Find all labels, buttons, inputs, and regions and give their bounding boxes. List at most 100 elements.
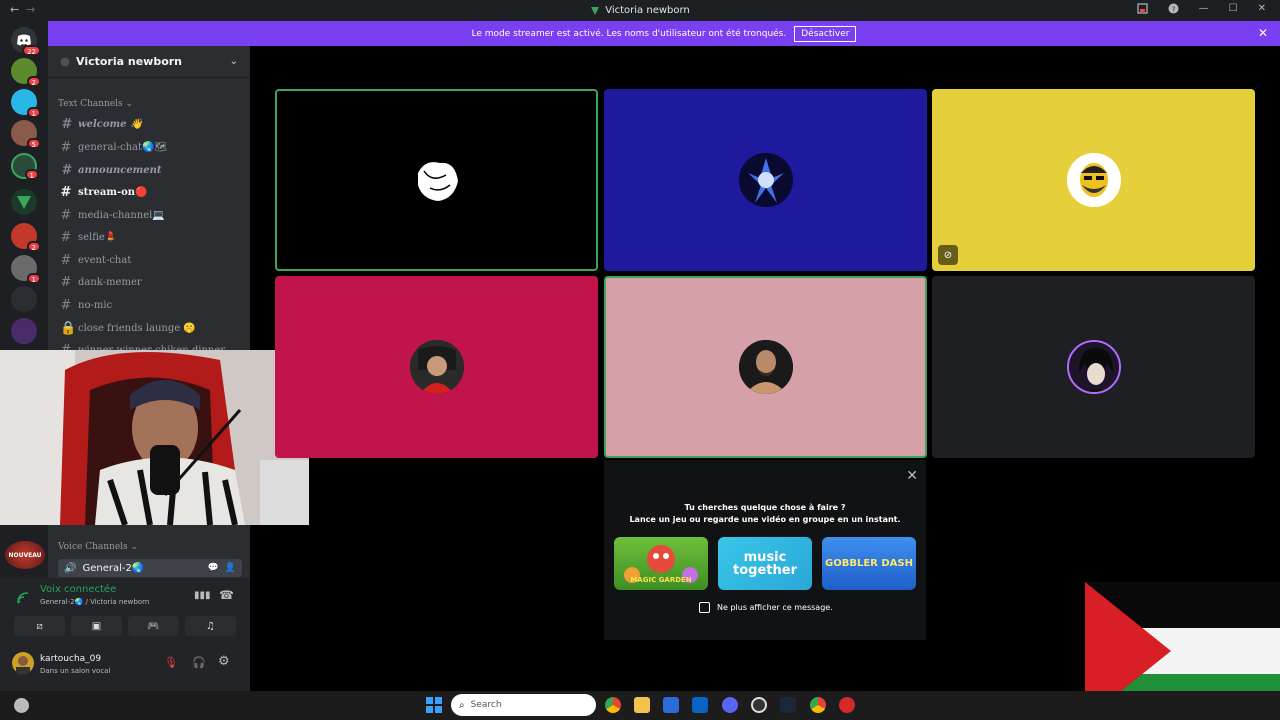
channel-announcement[interactable]: # announcement	[60, 163, 161, 178]
headphones-icon[interactable]: 🎧	[192, 656, 206, 669]
avatar	[738, 340, 793, 394]
disable-streamer-button[interactable]: Désactiver	[794, 25, 857, 42]
chrome-icon[interactable]	[605, 697, 621, 713]
activity-card-magic-garden[interactable]: MAGIC GARDEN	[614, 537, 708, 590]
guild-badge: 5	[26, 138, 41, 149]
windows-logo-icon	[426, 706, 433, 713]
close-icon[interactable]: ✕	[906, 468, 918, 484]
guild-badge: 2	[26, 241, 41, 252]
video-off-button[interactable]: ⧄	[14, 616, 65, 636]
voice-connection-panel: Voix connectée General-2🌏 / Victoria new…	[0, 578, 250, 691]
file-explorer-icon[interactable]	[634, 697, 650, 713]
start-button[interactable]	[426, 697, 442, 713]
activity-card-music-together[interactable]: music together	[718, 537, 812, 590]
voice-location[interactable]: General-2🌏 / Victoria newborn	[40, 598, 149, 606]
store-icon[interactable]	[663, 697, 679, 713]
add-user-icon[interactable]: 👤	[225, 563, 236, 573]
server-icon[interactable]: 5	[11, 120, 41, 149]
mic-muted-icon[interactable]: 🎙	[164, 656, 178, 669]
close-window-icon[interactable]: ✕	[1258, 3, 1266, 14]
guild-badge: 1	[26, 273, 41, 284]
guild-badge: 2	[26, 76, 41, 87]
text-channels-category[interactable]: Text Channels ⌄	[58, 99, 133, 109]
participant-tile[interactable]: ⊘	[932, 89, 1255, 271]
windows-logo-icon	[435, 706, 442, 713]
app-red-icon[interactable]	[839, 697, 855, 713]
screen-share-button[interactable]: ▣	[71, 616, 122, 636]
soundboard-button[interactable]: ♫	[185, 616, 236, 636]
help-icon[interactable]: ?	[1168, 3, 1179, 14]
channel-label: general-chat🌏🗺	[78, 142, 168, 153]
participant-tile[interactable]	[275, 276, 598, 458]
activity-card-gobbler-dash[interactable]: GOBBLER DASH	[822, 537, 916, 590]
taskbar-search[interactable]: ⌕ Search	[451, 694, 596, 716]
discord-home-icon[interactable]: 22	[11, 27, 41, 56]
server-icon[interactable]: 2	[11, 58, 41, 87]
disconnect-icon[interactable]: ☎	[219, 588, 234, 602]
gamepad-icon: 🎮	[147, 620, 160, 632]
channel-media-channel[interactable]: # media-channel💻	[60, 208, 165, 223]
participant-tile[interactable]	[932, 276, 1255, 458]
user-name[interactable]: kartoucha_09	[40, 654, 101, 664]
card-label: GOBBLER DASH	[825, 558, 913, 569]
avatar[interactable]	[12, 652, 34, 674]
nouveau-badge[interactable]: NOUVEAU	[5, 541, 45, 569]
participant-tile[interactable]	[604, 89, 927, 271]
banner-close-icon[interactable]: ✕	[1258, 26, 1268, 40]
maximize-icon[interactable]: ☐	[1229, 3, 1238, 14]
channel-label: stream-on🔴	[78, 187, 148, 198]
noise-suppression-icon[interactable]: ▮▮▮	[194, 590, 211, 601]
weather-icon[interactable]	[14, 698, 29, 713]
video-off-icon: ⧄	[36, 620, 43, 632]
taskbar: ⌕ Search	[0, 691, 1280, 720]
activity-button[interactable]: 🎮	[128, 616, 179, 636]
forward-arrow-icon[interactable]: →	[26, 3, 35, 16]
server-header[interactable]: Victoria newborn ⌄	[48, 46, 250, 78]
participant-tile[interactable]	[275, 89, 598, 271]
steam-icon[interactable]	[780, 697, 796, 713]
channel-general-chat[interactable]: # general-chat🌏🗺	[60, 140, 168, 155]
channel-label: selfie💄	[78, 232, 118, 243]
user-status: Dans un salon vocal	[40, 667, 111, 675]
server-icon[interactable]	[11, 189, 37, 215]
card-label: MAGIC GARDEN	[630, 575, 692, 584]
server-icon[interactable]: 1	[11, 89, 41, 118]
minimize-icon[interactable]: —	[1199, 3, 1209, 14]
discord-icon[interactable]	[722, 697, 738, 713]
activity-title: Tu cherches quelque chose à faire ?	[684, 503, 846, 512]
chevron-down-icon[interactable]: ⌄	[230, 56, 238, 67]
soundboard-icon: ♫	[206, 620, 215, 632]
checkbox-box[interactable]	[699, 602, 710, 613]
server-icon[interactable]: 1	[11, 255, 41, 284]
channel-selfie[interactable]: # selfie💄	[60, 230, 118, 245]
activity-subtitle: Lance un jeu ou regarde une vidéo en gro…	[629, 515, 901, 524]
voice-channel-general-2[interactable]: 🔊 General-2🌏 💬 👤	[58, 559, 242, 577]
obs-icon[interactable]	[751, 697, 767, 713]
voice-channels-category[interactable]: Voice Channels ⌄	[58, 542, 138, 552]
server-icon[interactable]	[11, 286, 37, 312]
channel-stream-on[interactable]: # stream-on🔴	[60, 185, 148, 200]
channel-dank-memer[interactable]: # dank-memer	[60, 275, 142, 290]
channel-close-friends[interactable]: 🔒 close friends launge 🤫	[60, 321, 196, 336]
lock-icon: 🔒	[60, 321, 77, 336]
hash-icon: #	[60, 298, 72, 313]
dont-show-checkbox[interactable]: Ne plus afficher ce message.	[699, 602, 833, 613]
channel-welcome[interactable]: # welcome 👋	[60, 117, 142, 132]
chat-bubble-icon[interactable]: 💬	[208, 563, 219, 573]
window-title: Victoria newborn	[605, 5, 690, 16]
channel-no-mic[interactable]: # no-mic	[60, 298, 113, 313]
channel-label: media-channel💻	[78, 210, 165, 221]
settings-gear-icon[interactable]: ⚙	[218, 654, 230, 669]
avatar	[1066, 340, 1121, 394]
server-icon[interactable]: 1	[11, 153, 39, 180]
chrome-alt-icon[interactable]	[810, 697, 826, 713]
server-icon[interactable]: 2	[11, 223, 41, 252]
participant-tile[interactable]	[604, 276, 927, 458]
guild-badge: 1	[24, 169, 39, 180]
server-icon[interactable]	[11, 318, 37, 344]
back-arrow-icon[interactable]: ←	[10, 3, 19, 16]
inbox-icon[interactable]	[1137, 3, 1148, 14]
channel-event-chat[interactable]: # event-chat	[60, 253, 132, 268]
voice-status[interactable]: Voix connectée	[40, 584, 116, 595]
outlook-icon[interactable]	[692, 697, 708, 713]
